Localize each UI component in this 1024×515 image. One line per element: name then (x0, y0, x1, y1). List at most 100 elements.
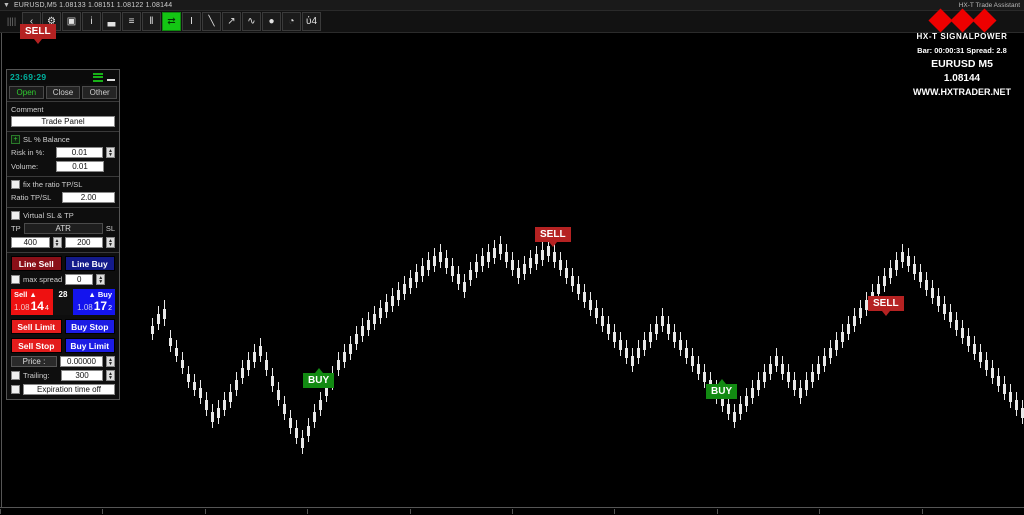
max-spread-input[interactable]: 0 (65, 274, 94, 285)
atr-label[interactable]: ATR (23, 223, 103, 234)
circle-icon[interactable]: ● (262, 12, 281, 31)
candle (271, 376, 274, 386)
candle (511, 260, 514, 270)
tp-input[interactable]: 400 (11, 237, 50, 248)
candle (841, 332, 844, 342)
fix-ratio-checkbox[interactable] (11, 180, 20, 189)
candle (235, 380, 238, 390)
arrow-up-icon: ▲ (29, 290, 37, 299)
info-icon[interactable]: i (82, 12, 101, 31)
sl-input[interactable]: 200 (64, 237, 103, 248)
buy-price-sup: 2 (108, 305, 112, 312)
caret-down-icon[interactable]: ▼ (3, 2, 10, 9)
text-cursor-icon[interactable]: I (182, 12, 201, 31)
expiration-button[interactable]: Expiration time off (23, 384, 115, 395)
line-sell-button[interactable]: Line Sell (11, 256, 62, 271)
quote-row[interactable]: Sell ▲ 1.08 14 4 28 ▲ Buy 1.08 17 2 (11, 289, 115, 315)
candle (553, 252, 556, 262)
ea-green-icon[interactable]: ⇄ (162, 12, 181, 31)
sell-stop-button[interactable]: Sell Stop (11, 338, 62, 353)
diamond-icon (927, 8, 953, 33)
candle (229, 392, 232, 402)
grip-icon[interactable]: |||| (2, 12, 21, 31)
volume-input[interactable]: 0.01 (56, 161, 104, 172)
ratio-input[interactable]: 2.00 (62, 192, 115, 203)
zigzag-icon[interactable]: ∿ (242, 12, 261, 31)
main-toolbar[interactable]: |||| ‹ ⚙ ▣ i ▃ ≡ ‖ ⇄ I ╲ ↗ ∿ ● ◔ ὑ4 (0, 11, 1024, 33)
list-icon[interactable]: ≡ (122, 12, 141, 31)
candle (295, 428, 298, 438)
axis-tick (717, 509, 718, 514)
tab-other[interactable]: Other (82, 86, 118, 99)
tab-open[interactable]: Open (9, 86, 44, 99)
candle (445, 258, 448, 268)
candle (919, 272, 922, 282)
line-buy-button[interactable]: Line Buy (64, 256, 115, 271)
price-stepper[interactable]: ▲ ▼ (106, 356, 115, 367)
trailing-stepper[interactable]: ▲ ▼ (106, 370, 115, 381)
bell-icon[interactable]: ὑ4 (302, 12, 321, 31)
sell-limit-button[interactable]: Sell Limit (11, 319, 62, 334)
sl-stepper[interactable]: ▲ ▼ (106, 237, 115, 248)
risk-stepper[interactable]: ▲ ▼ (106, 147, 115, 158)
trailing-checkbox[interactable] (11, 371, 20, 380)
tab-close[interactable]: Close (45, 86, 81, 99)
candle (403, 284, 406, 294)
comment-input[interactable]: Trade Panel (11, 116, 115, 127)
buy-button-label: Buy (97, 290, 112, 299)
trendline-icon[interactable]: ╲ (202, 12, 221, 31)
sell-market-button[interactable]: Sell ▲ 1.08 14 4 (11, 289, 53, 315)
price-input[interactable]: 0.00000 (60, 356, 103, 367)
pie-icon[interactable]: ◔ (282, 12, 301, 31)
buy-stop-button[interactable]: Buy Stop (64, 319, 115, 334)
candle (739, 404, 742, 414)
trade-panel[interactable]: 23:69:29 Open Close Other Comment Trade … (6, 69, 120, 400)
trailing-input[interactable]: 300 (61, 370, 103, 381)
candle (457, 274, 460, 284)
virtual-sltp-checkbox[interactable] (11, 211, 20, 220)
candle (907, 256, 910, 266)
candle (433, 256, 436, 266)
candle (223, 400, 226, 410)
brand-url[interactable]: WWW.HXTRADER.NET (904, 87, 1020, 97)
candle (253, 352, 256, 362)
minimize-icon[interactable] (106, 73, 116, 82)
candle (361, 326, 364, 336)
max-spread-checkbox[interactable] (11, 275, 20, 284)
candle (475, 262, 478, 272)
candle (751, 388, 754, 398)
hamburger-menu-icon[interactable] (93, 72, 103, 82)
order-buttons-section: Line Sell Line Buy max spread 0 ▲ ▼ Sell … (7, 252, 119, 399)
max-spread-stepper[interactable]: ▲ ▼ (96, 274, 106, 285)
tp-stepper[interactable]: ▲ ▼ (52, 237, 62, 248)
candle (193, 381, 196, 391)
camera-icon[interactable]: ▣ (62, 12, 81, 31)
risk-input[interactable]: 0.01 (56, 147, 103, 158)
candle (775, 356, 778, 366)
candle (973, 344, 976, 354)
bar-chart-icon[interactable]: ▃ (102, 12, 121, 31)
candle (997, 376, 1000, 386)
trade-panel-tabs[interactable]: Open Close Other (7, 84, 119, 101)
sell-price-big: 14 (30, 299, 44, 313)
buy-market-button[interactable]: ▲ Buy 1.08 17 2 (73, 289, 115, 315)
candle (607, 324, 610, 334)
candle (355, 334, 358, 344)
price-chart[interactable] (0, 33, 1024, 515)
candle (619, 340, 622, 350)
crosshair-arrows-icon[interactable]: ↗ (222, 12, 241, 31)
expiration-checkbox[interactable] (11, 385, 20, 394)
axis-tick (512, 509, 513, 514)
candle (661, 316, 664, 326)
brand-panel: HX-T SIGNALPOWER Bar: 00:00:31 Spread: 2… (904, 8, 1020, 97)
indicator-icon[interactable]: ‖ (142, 12, 161, 31)
buy-limit-button[interactable]: Buy Limit (64, 338, 115, 353)
sl-balance-toggle[interactable]: + (11, 135, 20, 144)
chart-left-axis (1, 33, 2, 507)
candle (523, 264, 526, 274)
virtual-sltp-label: Virtual SL & TP (23, 211, 74, 220)
app-title: HX-T Trade Assistant (958, 1, 1020, 9)
candle (823, 356, 826, 366)
candle (277, 390, 280, 400)
axis-tick (410, 509, 411, 514)
